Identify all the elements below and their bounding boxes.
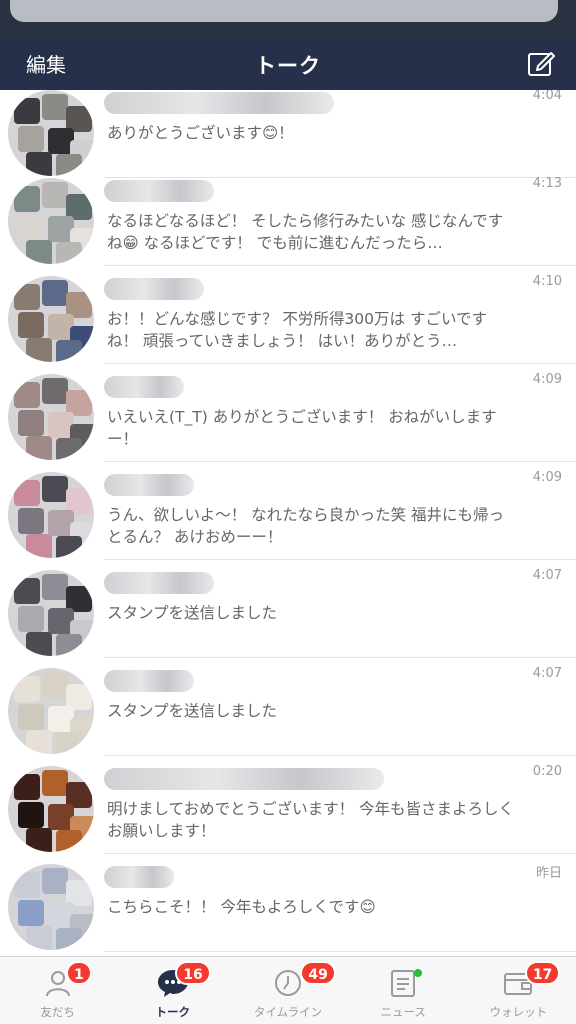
chat-time: 4:07 (532, 568, 562, 583)
chat-preview: 明けましておめでとうございます！ 今年も皆さまよろしくお願いします！ (107, 800, 514, 840)
avatar (8, 668, 94, 754)
tab-talk[interactable]: トーク 16 (115, 957, 230, 1024)
chat-preview: なるほどなるほど！ そしたら修行みたいな 感じなんですね😁 なるほどです！ でも… (107, 212, 504, 252)
contact-name-redacted (104, 474, 194, 496)
nav-bar: 編集 トーク (0, 40, 576, 90)
chat-row[interactable]: 4:13 なるほどなるほど！ そしたら修行みたいな 感じなんですね😁 なるほどです… (0, 168, 576, 266)
compose-icon (528, 52, 555, 76)
contact-name-redacted (104, 180, 214, 202)
tab-label: ウォレット (489, 1005, 548, 1019)
chat-row[interactable]: 4:07 スタンプを送信しました (0, 560, 576, 658)
chat-time: 4:07 (532, 666, 562, 681)
tab-wallet[interactable]: ウォレット 17 (461, 957, 576, 1024)
chat-time: 4:09 (532, 372, 562, 387)
chat-time: 4:04 (532, 90, 562, 103)
badge-wallet: 17 (524, 961, 561, 985)
chat-time: 4:10 (532, 274, 562, 289)
badge-talk: 16 (175, 961, 211, 985)
page-title: トーク (255, 54, 321, 78)
avatar (8, 472, 94, 558)
tab-bar: 友だち 1 トーク 16 タイムライン 49 ニュース ウォレット 17 (0, 956, 576, 1024)
avatar (8, 864, 94, 950)
avatar (8, 90, 94, 176)
tab-label: タイムライン (253, 1005, 323, 1019)
chat-time: 0:20 (532, 764, 562, 779)
chat-preview: お！！どんな感じです？ 不労所得300万は すごいですね！ 頑張っていきましょう… (107, 310, 487, 350)
search-bar[interactable] (10, 0, 558, 22)
contact-name-redacted (104, 278, 204, 300)
badge-friends: 1 (66, 961, 92, 985)
chat-row[interactable]: 4:09 いえいえ(T_T) ありがとうございます！ おねがいしますー！ (0, 364, 576, 462)
tab-label: ニュース (380, 1005, 426, 1019)
tab-timeline[interactable]: タイムライン 49 (230, 957, 345, 1024)
chat-row[interactable]: 昨日こちらこそ！！ 今年もよろしくです😊 (0, 854, 576, 952)
tab-friends[interactable]: 友だち 1 (0, 957, 115, 1024)
contact-name-redacted (104, 866, 174, 888)
avatar (8, 570, 94, 656)
edit-button[interactable]: 編集 (26, 48, 66, 82)
avatar (8, 178, 94, 264)
contact-name-redacted (104, 572, 214, 594)
chat-row[interactable]: 4:07 スタンプを送信しました (0, 658, 576, 756)
chat-list[interactable]: 4:04 ありがとうございます😊！ 4:13 なるほどなるほど！ そしたら修行みたいな… (0, 90, 576, 956)
chat-preview: スタンプを送信しました (107, 702, 278, 720)
chat-row[interactable]: 4:10 お！！どんな感じです？ 不労所得300万は すごいですね！ 頑張っていき… (0, 266, 576, 364)
avatar (8, 766, 94, 852)
tab-label: 友だち (40, 1005, 75, 1019)
tab-news[interactable]: ニュース (346, 957, 461, 1024)
contact-name-redacted (104, 92, 334, 114)
chat-row[interactable]: 4:09 うん、欲しいよ〜！ なれたなら良かった笑 福井にも帰っとるん？ あけおめ… (0, 462, 576, 560)
avatar (8, 276, 94, 362)
chat-preview: スタンプを送信しました (107, 604, 278, 622)
chat-preview: うん、欲しいよ〜！ なれたなら良かった笑 福井にも帰っとるん？ あけおめーー！ (107, 506, 505, 546)
news-dot (413, 969, 422, 977)
chat-row[interactable]: 0:20 明けましておめでとうございます！ 今年も皆さまよろしくお願いします！ (0, 756, 576, 854)
avatar (8, 374, 94, 460)
contact-name-redacted (104, 768, 384, 790)
badge-timeline: 49 (300, 961, 336, 985)
chat-preview: こちらこそ！！ 今年もよろしくです😊 (107, 898, 376, 916)
status-area (0, 0, 576, 40)
contact-name-redacted (104, 376, 184, 398)
contact-name-redacted (104, 670, 194, 692)
chat-preview: ありがとうございます😊！ (107, 124, 294, 142)
divider (104, 951, 576, 952)
chat-time: 4:13 (532, 176, 562, 191)
chat-time: 昨日 (535, 866, 562, 881)
compose-button[interactable] (524, 46, 558, 80)
chat-time: 4:09 (532, 470, 562, 485)
tab-label: トーク (155, 1005, 191, 1019)
chat-preview: いえいえ(T_T) ありがとうございます！ おねがいしますー！ (107, 408, 497, 448)
chat-row[interactable]: 4:04 ありがとうございます😊！ (0, 90, 576, 178)
